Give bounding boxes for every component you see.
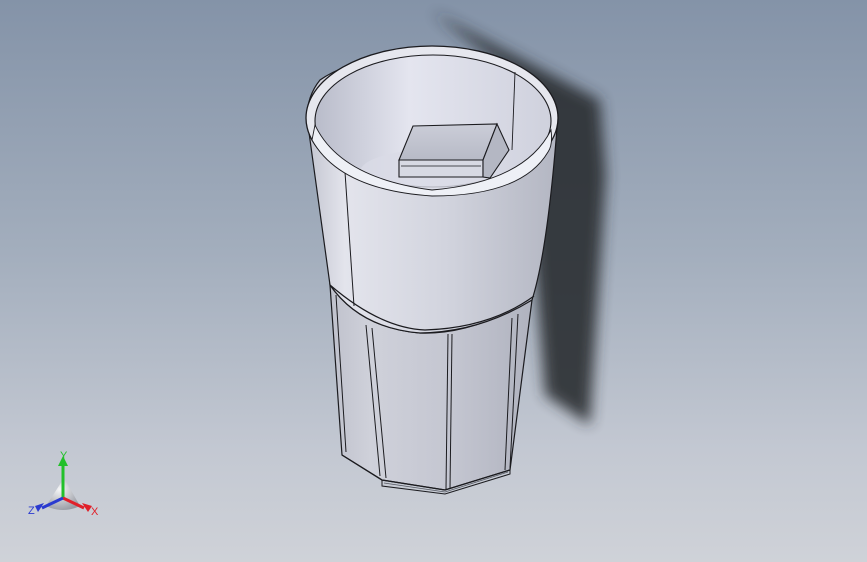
graphics-viewport[interactable]: Y X Z	[0, 0, 867, 562]
inner-block	[398, 122, 510, 179]
z-axis-label: Z	[28, 505, 35, 517]
orientation-triad[interactable]: Y X Z	[22, 448, 106, 522]
y-axis-label: Y	[60, 450, 68, 462]
x-axis-label: X	[91, 506, 99, 518]
cup-part-model[interactable]	[0, 0, 867, 562]
